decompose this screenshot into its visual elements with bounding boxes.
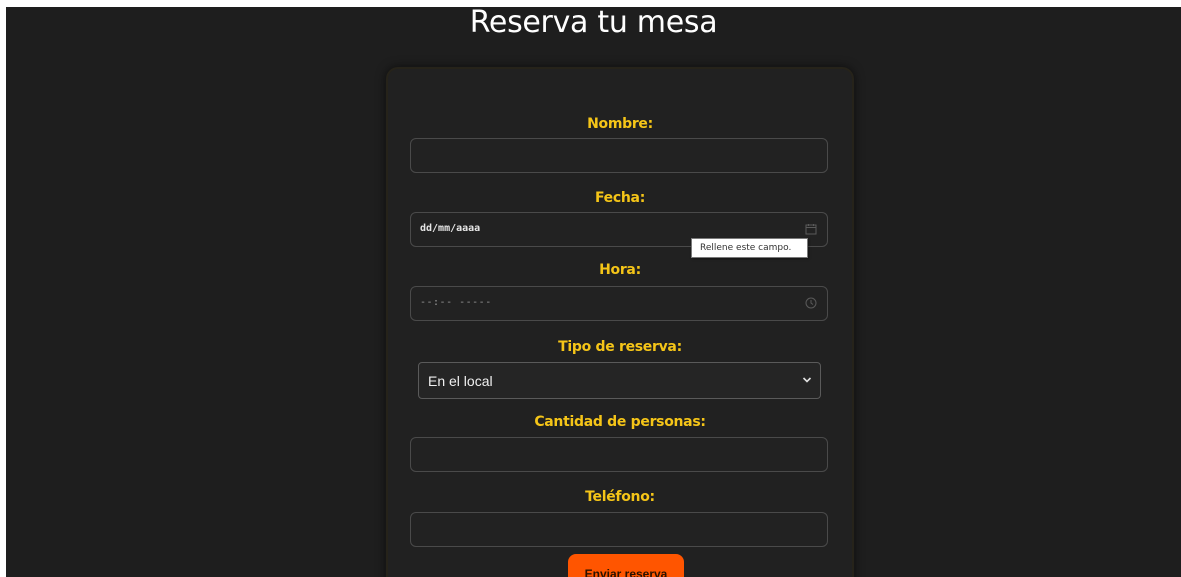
calendar-icon[interactable] [805, 223, 817, 235]
reservation-type-label: Tipo de reserva: [558, 339, 682, 355]
submit-reservation-button[interactable]: Enviar reserva [568, 554, 684, 577]
reservation-type-select[interactable]: En el local [418, 362, 821, 399]
reservation-form: Nombre: Fecha: dd/mm/aaaa Hora: --:-- --… [386, 67, 854, 577]
time-label: Hora: [599, 262, 641, 278]
reservation-type-value: En el local [428, 373, 493, 389]
page-viewport: Reserva tu mesa Nombre: Fecha: dd/mm/aaa… [6, 7, 1181, 577]
page-title: Reserva tu mesa [469, 7, 718, 40]
people-count-input[interactable] [410, 437, 828, 472]
date-placeholder: dd/mm/aaaa [420, 223, 481, 234]
phone-input[interactable] [410, 512, 828, 547]
chevron-down-icon [802, 377, 812, 383]
date-label: Fecha: [594, 190, 645, 206]
validation-tooltip: Rellene este campo. [691, 238, 808, 258]
phone-label: Teléfono: [585, 489, 655, 505]
people-count-label: Cantidad de personas: [534, 414, 706, 430]
time-input[interactable]: --:-- ----- [410, 286, 828, 321]
clock-icon[interactable] [805, 297, 817, 309]
name-label: Nombre: [587, 116, 653, 132]
name-input[interactable] [410, 138, 828, 173]
time-placeholder: --:-- ----- [420, 297, 492, 308]
